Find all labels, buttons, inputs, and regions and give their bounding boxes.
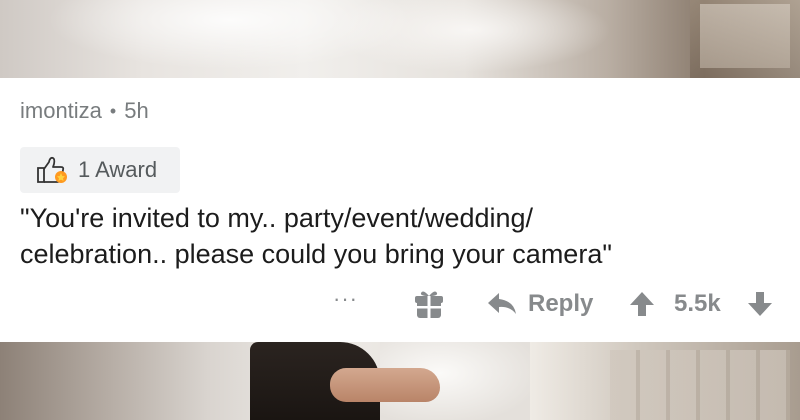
comment-actions: ··· Reply 5.5k: [0, 282, 800, 328]
comment-meta: imontiza • 5h: [20, 98, 149, 124]
reply-label: Reply: [528, 290, 594, 317]
comment-text-line: "You're invited to my.. party/event/wedd…: [20, 203, 534, 233]
thumbs-up-award-icon: [37, 156, 67, 183]
comment-age: 5h: [124, 98, 149, 123]
reply-arrow-icon: [488, 293, 516, 314]
comment-body: "You're invited to my.. party/event/wedd…: [20, 200, 780, 272]
photo-hand: [330, 368, 440, 402]
background-photo-bottom: [0, 342, 800, 420]
downvote-arrow-icon[interactable]: [746, 290, 774, 318]
comment-card: imontiza • 5h 1 Award "You're invited to…: [0, 78, 800, 342]
photo-building: [610, 350, 790, 420]
photo-frame-inner: [700, 4, 790, 68]
more-options-icon[interactable]: ···: [333, 288, 358, 310]
award-label: 1 Award: [78, 157, 158, 182]
vote-score: 5.5k: [674, 290, 721, 317]
upvote-arrow-icon[interactable]: [628, 290, 656, 318]
reply-button[interactable]: Reply: [486, 286, 593, 322]
comment-text-line: celebration.. please could you bring you…: [20, 239, 612, 269]
comment-author[interactable]: imontiza: [20, 98, 102, 124]
background-photo-top: [0, 0, 800, 78]
gift-icon[interactable]: [414, 288, 444, 320]
award-badge[interactable]: 1 Award: [20, 147, 180, 193]
meta-separator: •: [109, 101, 117, 121]
